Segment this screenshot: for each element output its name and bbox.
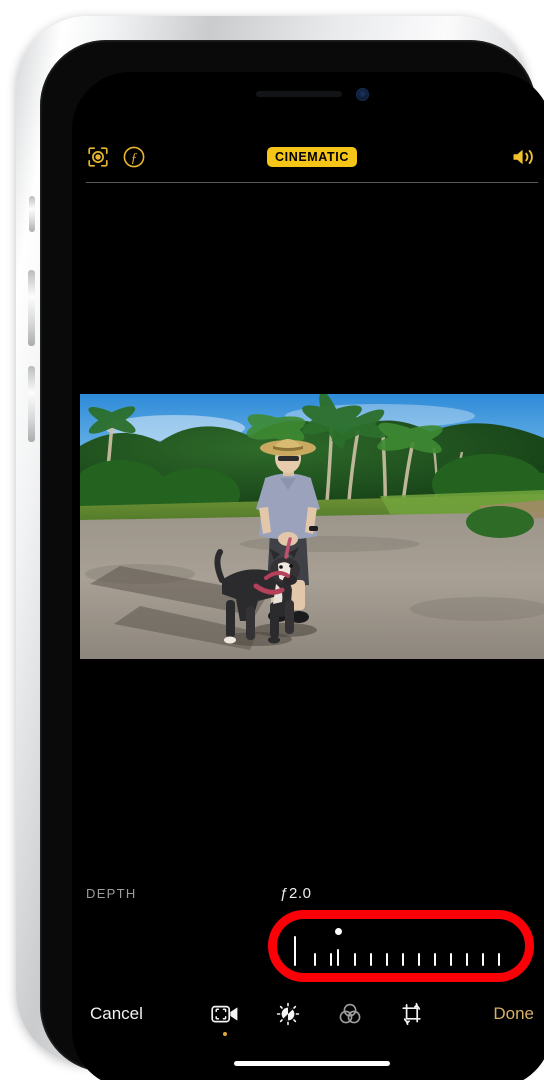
filters-circles-icon xyxy=(339,1003,361,1024)
aperture-adjust-button[interactable]: ƒ xyxy=(122,145,146,169)
active-tool-indicator xyxy=(223,1032,228,1036)
depth-slider[interactable] xyxy=(282,920,520,972)
volume-toggle-button[interactable] xyxy=(510,145,538,169)
phone-bezel: ƒ CINEMATIC DEPTH ƒ2.0 Cancel Done xyxy=(40,40,544,1080)
volume-up-button[interactable] xyxy=(28,270,35,346)
photo-image xyxy=(80,393,544,659)
slider-tick xyxy=(370,953,372,966)
slider-tick xyxy=(466,953,468,966)
svg-text:ƒ: ƒ xyxy=(131,150,138,165)
topbar-divider xyxy=(86,182,538,183)
volume-down-button[interactable] xyxy=(28,366,35,442)
topbar-left-group: ƒ xyxy=(86,145,146,169)
phone-body: ƒ CINEMATIC DEPTH ƒ2.0 Cancel Done xyxy=(16,16,544,1080)
editor-toolbar: Cancel Done xyxy=(72,988,544,1040)
media-viewer[interactable] xyxy=(72,190,544,862)
aperture-f-icon: ƒ xyxy=(123,146,145,168)
slider-tick xyxy=(330,953,332,966)
slider-tick xyxy=(314,953,316,966)
crop-rotate-icon xyxy=(402,1002,421,1026)
depth-label: DEPTH xyxy=(86,885,137,901)
depth-info-row: DEPTH ƒ2.0 xyxy=(72,878,544,908)
aperture-value: ƒ2.0 xyxy=(280,884,312,902)
slider-tick xyxy=(337,949,339,966)
depth-slider-ticks xyxy=(282,922,520,966)
cinematic-top-bar: ƒ CINEMATIC xyxy=(72,134,544,180)
slider-tick xyxy=(450,953,452,966)
adjust-dial-icon xyxy=(276,1002,300,1026)
filters-tool-button[interactable] xyxy=(337,1002,363,1026)
focus-tracking-icon xyxy=(88,147,108,167)
phone-screen: ƒ CINEMATIC DEPTH ƒ2.0 Cancel Done xyxy=(72,72,544,1080)
depth-slider-region[interactable] xyxy=(268,910,534,982)
mute-switch-button[interactable] xyxy=(29,196,35,232)
status-bar xyxy=(72,72,544,116)
earpiece-speaker-icon xyxy=(255,91,342,97)
cinematic-video-tool-button[interactable] xyxy=(211,1003,239,1036)
cinematic-mode-badge[interactable]: CINEMATIC xyxy=(267,146,357,168)
cinematic-video-frame[interactable] xyxy=(80,393,544,659)
adjust-tool-button[interactable] xyxy=(275,1002,301,1026)
crop-tool-button[interactable] xyxy=(399,1002,425,1026)
slider-tick xyxy=(418,953,420,966)
depth-slider-position-indicator xyxy=(294,936,296,966)
front-camera-icon xyxy=(355,87,369,101)
speaker-wave-icon xyxy=(513,149,533,165)
slider-tick xyxy=(402,953,404,966)
focus-tracking-button[interactable] xyxy=(86,145,110,169)
cinematic-video-icon xyxy=(211,1005,238,1023)
home-indicator[interactable] xyxy=(234,1061,390,1066)
tool-icon-group xyxy=(159,1002,477,1036)
cancel-button[interactable]: Cancel xyxy=(90,1004,143,1024)
slider-tick xyxy=(386,953,388,966)
slider-tick xyxy=(482,953,484,966)
slider-tick xyxy=(498,953,500,966)
slider-tick xyxy=(354,953,356,966)
topbar-right-group xyxy=(510,145,538,169)
done-button[interactable]: Done xyxy=(493,1004,534,1024)
slider-tick xyxy=(434,953,436,966)
device-stage: ƒ CINEMATIC DEPTH ƒ2.0 Cancel Done xyxy=(0,0,544,1080)
